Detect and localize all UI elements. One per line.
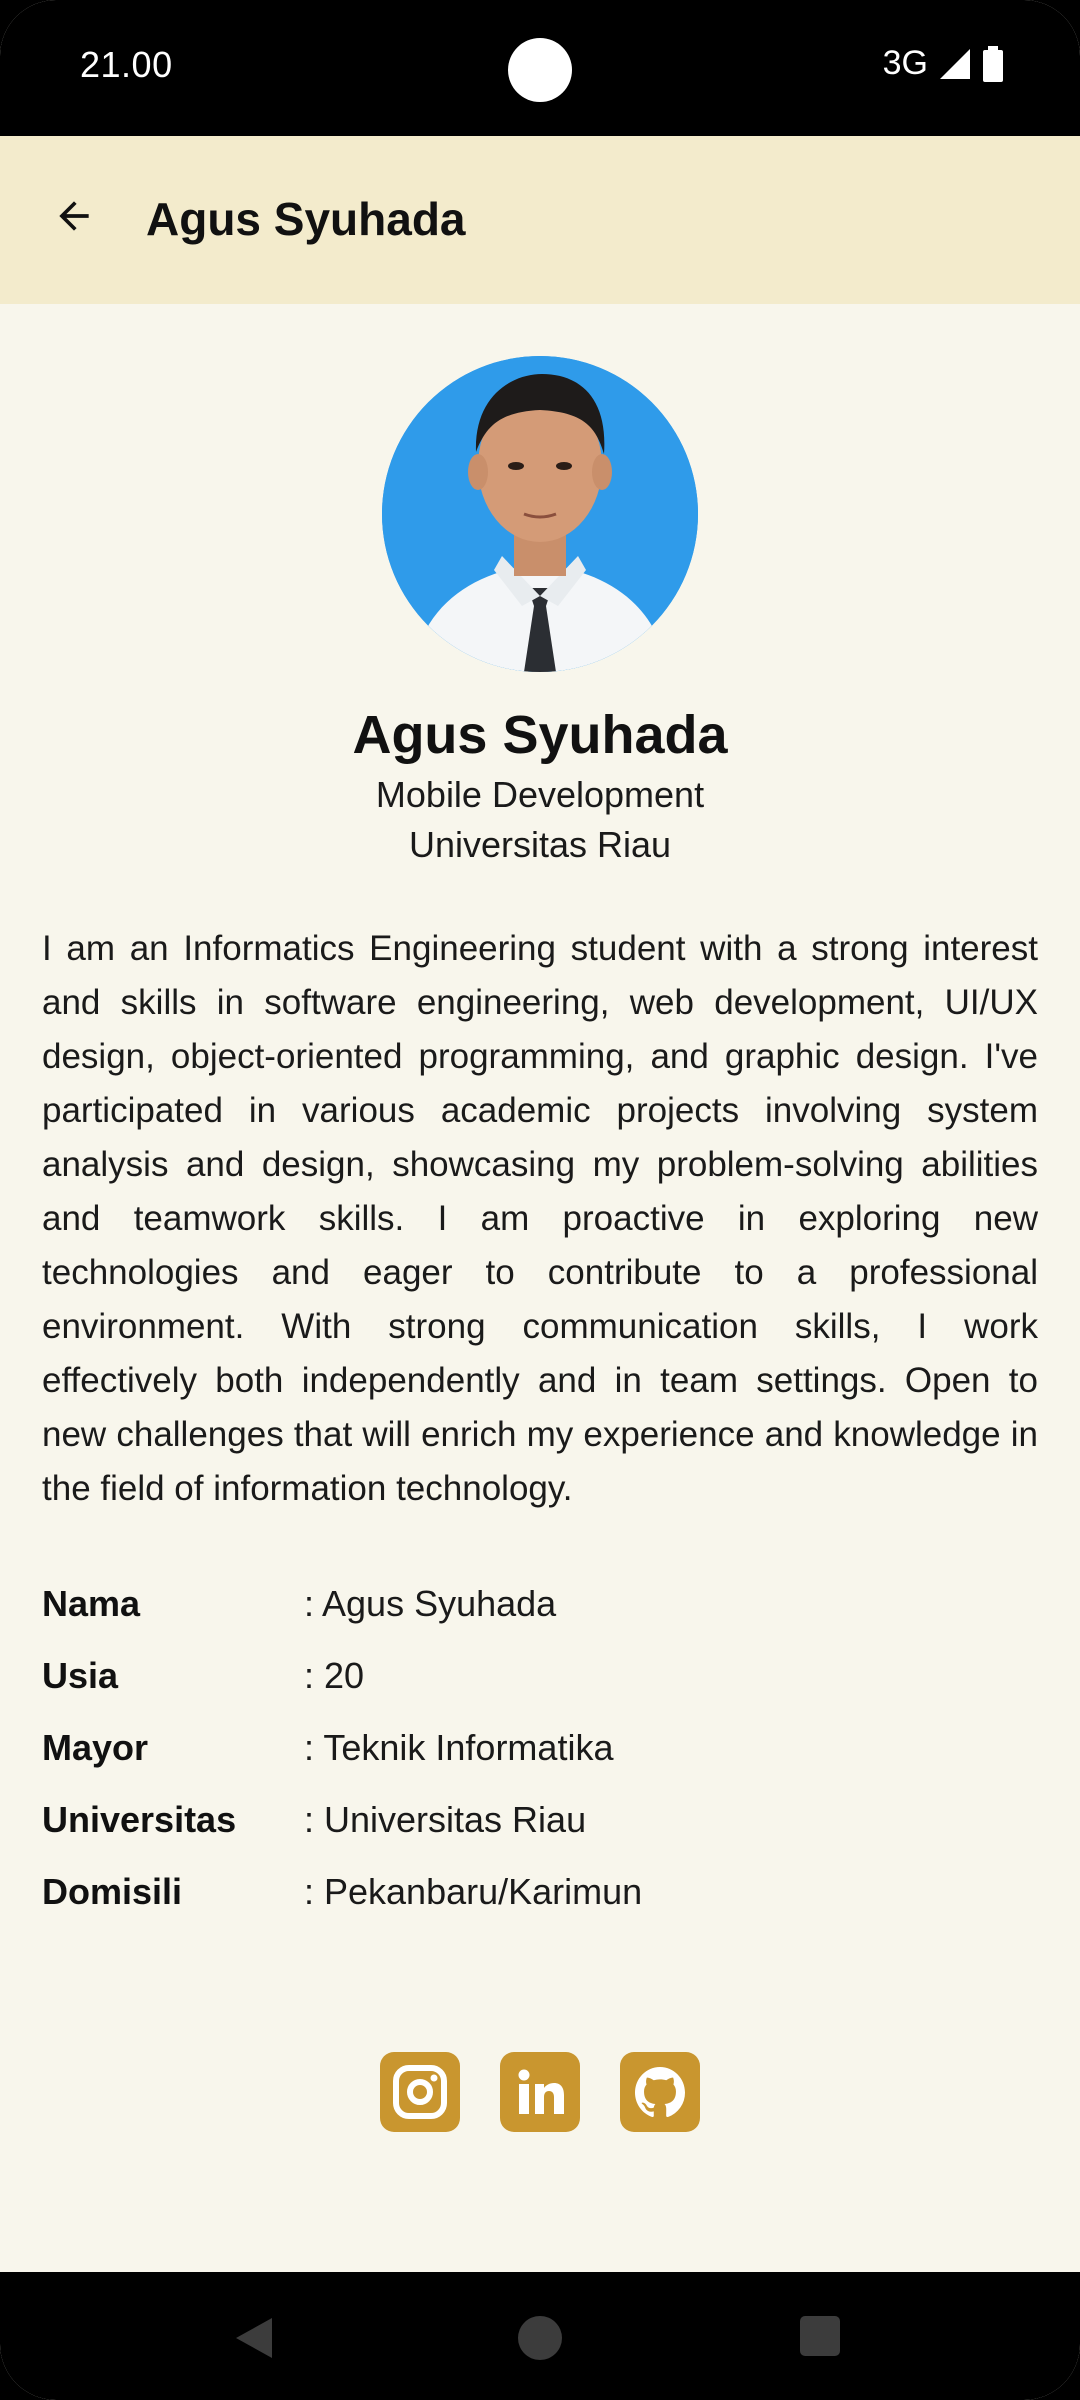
profile-photo: [382, 356, 698, 672]
camera-cutout: [508, 38, 572, 102]
social-links: [0, 2052, 1080, 2132]
nav-recents-button[interactable]: [800, 2316, 840, 2356]
profile-bio: I am an Informatics Engineering student …: [42, 929, 1038, 1508]
instagram-icon: [393, 2065, 447, 2119]
profile-role: Mobile Development: [375, 774, 705, 815]
instagram-button[interactable]: [380, 2052, 460, 2132]
detail-row-usia: Usia : 20: [42, 1640, 1038, 1712]
detail-label: Mayor: [42, 1727, 149, 1768]
status-time: 21.00: [80, 44, 173, 85]
github-button[interactable]: [620, 2052, 700, 2132]
detail-row-nama: Nama : Agus Syuhada: [42, 1568, 1038, 1640]
detail-label: Universitas: [42, 1799, 237, 1840]
arrow-back-icon: [59, 201, 89, 231]
profile-university: Universitas Riau: [408, 824, 672, 865]
detail-value: : Agus Syuhada: [304, 1583, 557, 1624]
linkedin-icon: [518, 2069, 564, 2114]
app-bar-title: Agus Syuhada: [146, 193, 466, 245]
detail-value: : Universitas Riau: [304, 1799, 587, 1840]
status-bar: 21.00 3G: [0, 0, 1080, 136]
detail-value: : Teknik Informatika: [304, 1727, 614, 1768]
profile-details: Nama : Agus Syuhada Usia : 20 Mayor : Te…: [42, 1568, 1038, 1928]
linkedin-button[interactable]: [500, 2052, 580, 2132]
detail-label: Nama: [42, 1583, 141, 1624]
back-button[interactable]: [46, 188, 102, 244]
signal-icon: [938, 47, 972, 81]
detail-value: : 20: [304, 1655, 365, 1696]
detail-row-mayor: Mayor : Teknik Informatika: [42, 1712, 1038, 1784]
status-indicators: 3G: [883, 44, 1004, 83]
profile-content: Agus Syuhada Mobile Development Universi…: [0, 304, 1080, 2272]
phone-screen: 21.00 3G Agus Syuhada Agus Syuhada Mobil…: [0, 0, 1080, 2400]
detail-label: Usia: [42, 1655, 119, 1696]
detail-row-domisili: Domisili : Pekanbaru/Karimun: [42, 1856, 1038, 1928]
system-nav-bar: [0, 2272, 1080, 2400]
nav-back-icon[interactable]: [234, 2316, 274, 2365]
app-bar: Agus Syuhada: [0, 136, 1080, 304]
battery-icon: [982, 45, 1004, 82]
detail-value: : Pekanbaru/Karimun: [304, 1871, 643, 1912]
profile-name: Agus Syuhada: [352, 705, 728, 765]
detail-label: Domisili: [42, 1871, 183, 1912]
network-type: 3G: [882, 44, 928, 82]
detail-row-universitas: Universitas : Universitas Riau: [42, 1784, 1038, 1856]
github-icon: [635, 2067, 686, 2118]
nav-home-button[interactable]: [518, 2316, 562, 2360]
